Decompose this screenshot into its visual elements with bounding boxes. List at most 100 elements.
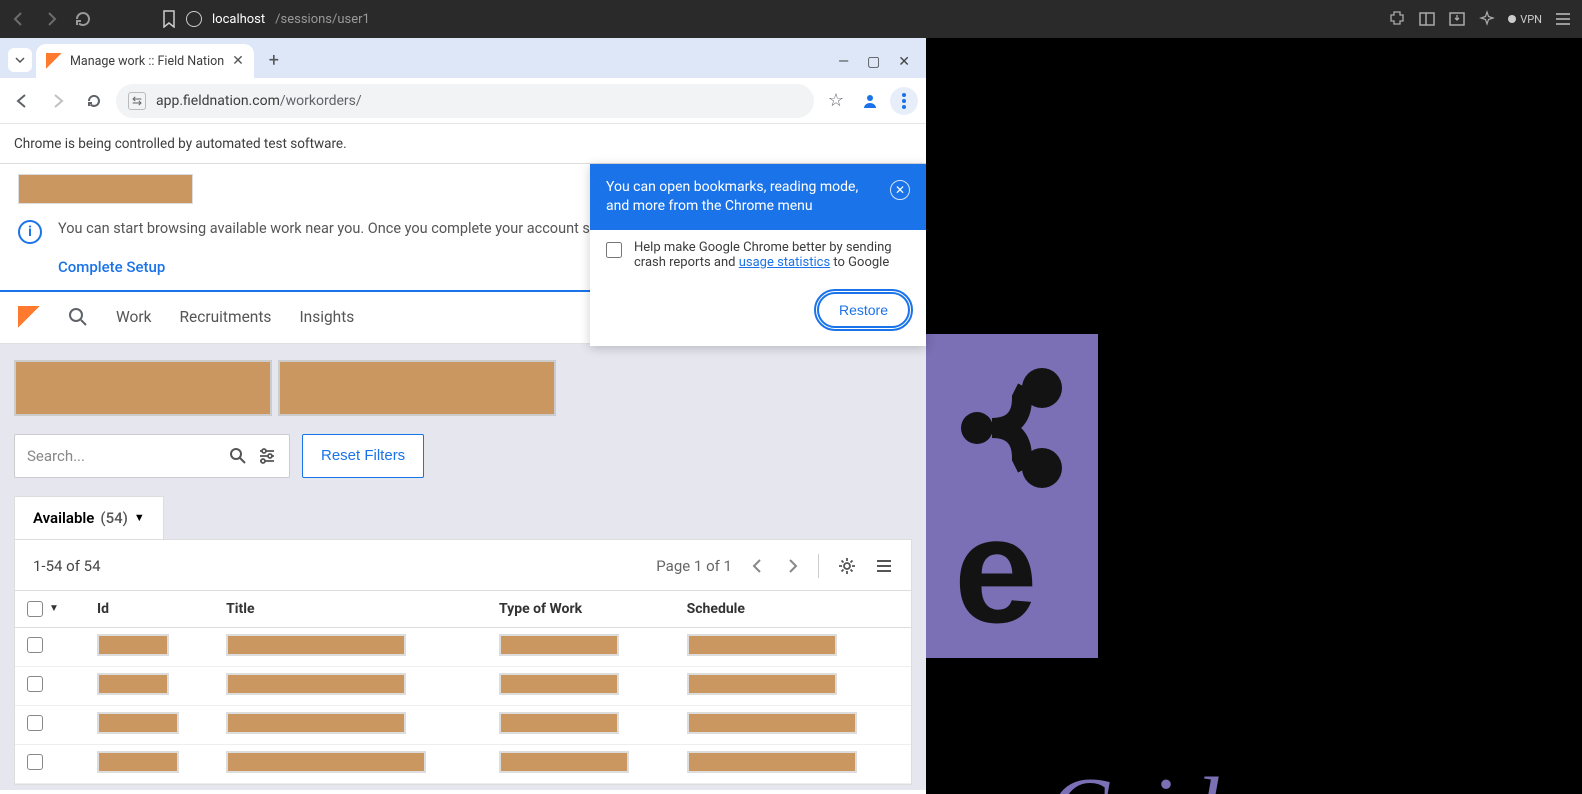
tab-search-button[interactable] [8,48,32,72]
chrome-menu-callout: You can open bookmarks, reading mode, an… [590,164,926,346]
tab-close-icon[interactable]: ✕ [232,53,244,69]
chrome-window: Manage work :: Field Nation ✕ + — ▢ ✕ ⇆ … [0,38,926,794]
redacted-block [278,360,556,416]
back-icon[interactable] [10,10,28,28]
profile-icon[interactable] [856,87,884,115]
row-checkbox[interactable] [27,754,43,770]
maximize-icon[interactable]: ▢ [867,54,880,70]
redacted-cell [687,712,857,734]
search-icon[interactable] [229,447,247,465]
tab-available-label: Available [33,509,94,527]
site-settings-icon[interactable]: ⇆ [128,92,146,110]
data-panel: 1-54 of 54 Page 1 of 1 ▼ Id [14,539,912,785]
browser-tab[interactable]: Manage work :: Field Nation ✕ [36,44,254,78]
panel-icon[interactable] [1418,10,1436,28]
redacted-cell [499,673,619,695]
table-row[interactable] [15,627,911,666]
nav-recruitments[interactable]: Recruitments [179,308,271,326]
automation-notice-text: Chrome is being controlled by automated … [14,136,347,152]
search-input[interactable]: Search... [14,434,290,478]
sparkle-icon[interactable] [1478,10,1496,28]
row-checkbox[interactable] [27,637,43,653]
tab-available[interactable]: Available (54) ▼ [14,496,164,539]
chevron-down-icon[interactable]: ▼ [49,603,59,614]
new-tab-button[interactable]: + [260,46,288,74]
page-text: Page 1 of 1 [656,557,732,575]
search-placeholder: Search... [27,447,85,465]
nav-insights[interactable]: Insights [299,308,354,326]
outer-url-host: localhost [212,12,265,27]
page-next-icon[interactable] [784,558,800,574]
usage-statistics-link[interactable]: usage statistics [739,255,830,270]
chevron-down-icon: ▼ [134,511,145,524]
gear-icon[interactable] [837,556,857,576]
nav-search-icon[interactable] [68,307,88,327]
col-schedule[interactable]: Schedule [675,590,911,627]
crash-reports-text: Help make Google Chrome better by sendin… [634,240,910,270]
selenium-background: e ım Grid [926,38,1582,794]
callout-close-icon[interactable]: ✕ [890,180,910,200]
app-logo-icon[interactable] [18,306,40,328]
col-title[interactable]: Title [214,590,487,627]
columns-icon[interactable] [875,557,893,575]
outer-browser-toolbar: localhost/sessions/user1 VPN [0,0,1582,38]
redacted-block [14,360,272,416]
table-row[interactable] [15,666,911,705]
automation-infobar: Chrome is being controlled by automated … [0,124,926,164]
address-bar-row: ⇆ app.fieldnation.com/workorders/ ☆ [0,78,926,124]
row-checkbox[interactable] [27,715,43,731]
vpn-badge[interactable]: VPN [1508,13,1542,26]
table-row[interactable] [15,705,911,744]
outer-url-path: /sessions/user1 [275,12,370,27]
tab-favicon-icon [46,53,62,69]
redacted-cell [97,712,179,734]
redacted-cell [499,712,619,734]
row-checkbox[interactable] [27,676,43,692]
redacted-cell [97,673,169,695]
bookmark-star-icon[interactable]: ☆ [822,87,850,115]
omnibox[interactable]: ⇆ app.fieldnation.com/workorders/ [116,84,814,118]
redacted-cell [226,673,406,695]
forward-icon[interactable] [42,10,60,28]
url-host: app.fieldnation.com [156,93,280,109]
restore-button[interactable]: Restore [817,292,910,328]
globe-icon [186,11,202,27]
tab-available-count: (54) [100,509,128,527]
nav-back-icon[interactable] [8,87,36,115]
tab-strip: Manage work :: Field Nation ✕ + — ▢ ✕ [0,38,926,78]
window-close-icon[interactable]: ✕ [898,54,910,70]
nav-reload-icon[interactable] [80,87,108,115]
redacted-cell [226,751,426,773]
complete-setup-link[interactable]: Complete Setup [58,258,165,276]
redacted-cell [687,673,837,695]
select-all-checkbox[interactable] [27,601,43,617]
col-type[interactable]: Type of Work [487,590,675,627]
install-icon[interactable] [1448,10,1466,28]
redacted-cell [97,634,169,656]
redacted-cell [687,751,857,773]
redacted-cell [226,634,406,656]
redacted-block [18,174,193,204]
table-row[interactable] [15,744,911,783]
hamburger-icon[interactable] [1554,10,1572,28]
filter-tune-icon[interactable] [257,446,277,466]
redacted-cell [226,712,406,734]
url-path: /workorders/ [280,93,362,109]
content-body: Search... Reset Filters Available (54) ▼… [0,344,926,790]
nav-forward-icon [44,87,72,115]
page-prev-icon[interactable] [750,558,766,574]
bookmark-outline-icon[interactable] [162,10,176,28]
work-orders-table: ▼ Id Title Type of Work Schedule [15,590,911,784]
reload-icon[interactable] [74,10,92,28]
minimize-icon[interactable]: — [838,54,849,70]
extensions-icon[interactable] [1388,10,1406,28]
crash-reports-checkbox[interactable] [606,242,622,258]
reset-filters-button[interactable]: Reset Filters [302,434,424,478]
grid-text: ım Grid [936,758,1219,794]
redacted-cell [499,634,619,656]
kebab-menu-icon[interactable] [890,87,918,115]
col-id[interactable]: Id [85,590,214,627]
info-icon: i [18,220,42,244]
selenium-logo: e [926,334,1098,658]
nav-work[interactable]: Work [116,308,151,326]
